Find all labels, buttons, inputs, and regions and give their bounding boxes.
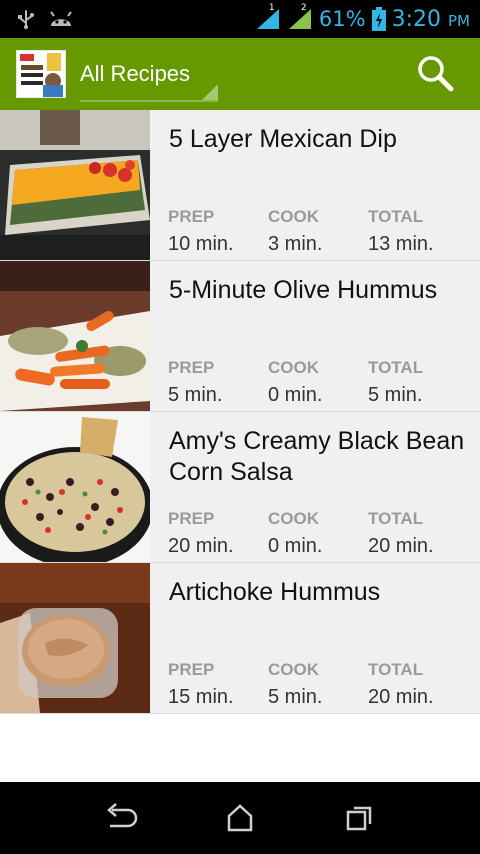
recipe-title: Artichoke Hummus [169, 578, 381, 606]
usb-icon [18, 10, 34, 29]
total-time: TOTAL 13 min. [368, 207, 434, 255]
spinner-dropdown-indicator-icon [202, 84, 218, 100]
recipe-thumbnail [0, 110, 150, 260]
recipe-title: Amy's Creamy Black Bean Corn Salsa [169, 427, 465, 486]
recipe-title: 5-Minute Olive Hummus [169, 276, 438, 304]
total-time: TOTAL 20 min. [368, 509, 434, 557]
recipe-list-item[interactable]: Artichoke Hummus PREP 15 min. COOK 5 min… [0, 563, 480, 714]
recipe-category-spinner[interactable]: All Recipes [80, 56, 218, 102]
cook-time: COOK 0 min. [268, 358, 323, 406]
total-time: TOTAL 5 min. [368, 358, 424, 406]
search-button[interactable] [412, 52, 460, 96]
recipe-thumbnail [0, 563, 150, 713]
clock: 3:20 PM [391, 6, 470, 32]
prep-time: PREP 20 min. [168, 509, 234, 557]
prep-time: PREP 5 min. [168, 358, 223, 406]
recipe-thumbnail [0, 412, 150, 562]
home-button[interactable] [220, 800, 260, 836]
system-navigation-bar [0, 782, 480, 854]
back-button[interactable] [100, 800, 140, 836]
recipe-list: 5 Layer Mexican Dip PREP 10 min. COOK 3 … [0, 110, 480, 714]
search-icon [418, 56, 454, 92]
app-logo[interactable] [16, 50, 66, 98]
prep-time: PREP 10 min. [168, 207, 234, 255]
cook-time: COOK 5 min. [268, 660, 323, 708]
cook-time: COOK 3 min. [268, 207, 323, 255]
recipe-list-item[interactable]: 5-Minute Olive Hummus PREP 5 min. COOK 0… [0, 261, 480, 412]
back-icon [107, 803, 138, 828]
action-bar: All Recipes [0, 38, 480, 110]
total-time: TOTAL 20 min. [368, 660, 434, 708]
home-icon [227, 804, 253, 832]
battery-charging-icon [371, 7, 386, 31]
battery-percent: 61% [318, 7, 366, 31]
status-bar: 1 2 61% 3:20 PM [0, 0, 480, 38]
cook-time: COOK 0 min. [268, 509, 323, 557]
signal-strength-icon-1: 1 [255, 3, 281, 31]
spinner-label: All Recipes [80, 61, 191, 86]
signal-strength-icon-2: 2 [287, 3, 313, 31]
recipe-list-item[interactable]: Amy's Creamy Black Bean Corn Salsa PREP … [0, 412, 480, 563]
recipe-title: 5 Layer Mexican Dip [169, 125, 397, 153]
recipe-thumbnail [0, 261, 150, 411]
recent-apps-button[interactable] [340, 800, 380, 836]
android-icon [50, 11, 72, 26]
recents-icon [346, 806, 372, 831]
prep-time: PREP 15 min. [168, 660, 234, 708]
recipe-list-item[interactable]: 5 Layer Mexican Dip PREP 10 min. COOK 3 … [0, 110, 480, 261]
